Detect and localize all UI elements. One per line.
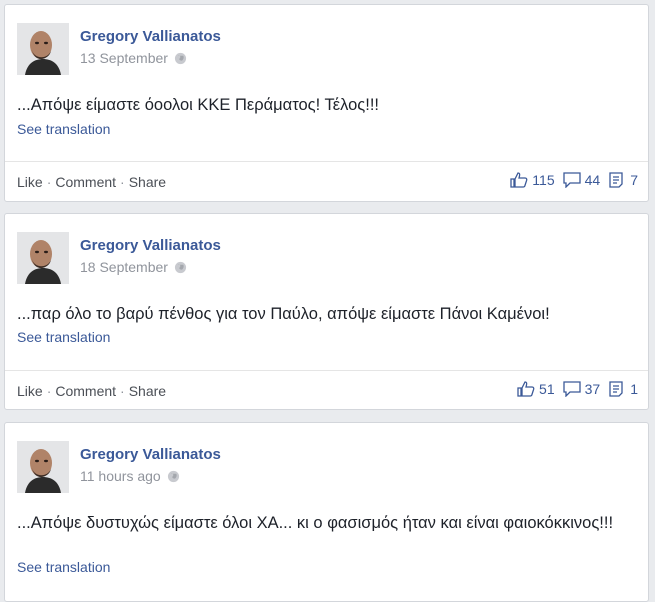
post-text: ...Απόψε δυστυχώς είμαστε όλοι ΧΑ... κι … <box>17 514 614 532</box>
avatar[interactable] <box>17 232 69 284</box>
share-icon <box>609 172 623 188</box>
globe-icon[interactable] <box>174 52 187 65</box>
profile-photo-icon <box>17 23 69 75</box>
comment-count-value: 37 <box>584 381 601 397</box>
share-link[interactable]: Share <box>129 174 166 190</box>
comment-count[interactable]: 44 <box>562 172 601 188</box>
share-count-value: 1 <box>630 381 638 397</box>
post-actions: Like · Comment · Share <box>17 174 166 190</box>
timestamp-text[interactable]: 13 September <box>80 50 168 66</box>
like-link[interactable]: Like <box>17 174 43 190</box>
timestamp-text[interactable]: 11 hours ago <box>80 468 161 484</box>
share-icon <box>609 381 623 397</box>
profile-photo-icon <box>17 232 69 284</box>
share-count-value: 7 <box>630 172 638 188</box>
author-name[interactable]: Gregory Vallianatos <box>80 446 221 463</box>
comment-link[interactable]: Comment <box>55 174 116 190</box>
engagement-counts: 115 44 7 <box>510 172 638 188</box>
action-separator: · <box>120 174 125 190</box>
avatar[interactable] <box>17 441 69 493</box>
see-translation-link[interactable]: See translation <box>17 329 110 345</box>
author-name[interactable]: Gregory Vallianatos <box>80 237 221 254</box>
avatar[interactable] <box>17 23 69 75</box>
profile-photo-icon <box>17 441 69 493</box>
action-separator: · <box>46 383 52 399</box>
post-footer: Like · Comment · Share 51 37 1 <box>5 370 648 411</box>
see-translation-link[interactable]: See translation <box>17 559 110 575</box>
post-timestamp: 18 September <box>80 259 187 275</box>
author-name[interactable]: Gregory Vallianatos <box>80 28 221 45</box>
timestamp-text[interactable]: 18 September <box>80 259 168 275</box>
comment-link[interactable]: Comment <box>55 383 116 399</box>
post-timestamp: 11 hours ago <box>80 468 180 484</box>
post-text: ...παρ όλο το βαρύ πένθος για τον Παύλο,… <box>17 305 550 323</box>
post-text: ...Απόψε είμαστε όοολοι ΚΚΕ Περάματος! Τ… <box>17 96 380 114</box>
comment-count[interactable]: 37 <box>562 381 601 397</box>
like-count[interactable]: 115 <box>510 172 555 188</box>
post-actions: Like · Comment · Share <box>17 383 166 399</box>
like-link[interactable]: Like <box>17 383 43 399</box>
post-card: Gregory Vallianatos 13 September ...Απόψ… <box>4 4 649 202</box>
like-count-value: 51 <box>539 381 555 397</box>
comment-count-value: 44 <box>584 172 601 188</box>
post-footer: Like · Comment · Share 115 44 7 <box>5 161 648 202</box>
see-translation-link[interactable]: See translation <box>17 121 110 137</box>
post-card: Gregory Vallianatos 11 hours ago ...Απόψ… <box>4 422 649 602</box>
thumbs-up-icon <box>510 172 528 188</box>
comment-bubble-icon <box>562 381 581 397</box>
action-separator: · <box>46 174 52 190</box>
post-card: Gregory Vallianatos 18 September ...παρ … <box>4 213 649 410</box>
share-link[interactable]: Share <box>129 383 166 399</box>
engagement-counts: 51 37 1 <box>517 381 638 397</box>
globe-icon[interactable] <box>174 261 187 274</box>
comment-bubble-icon <box>562 172 581 188</box>
post-timestamp: 13 September <box>80 50 187 66</box>
like-count[interactable]: 51 <box>517 381 555 397</box>
share-count[interactable]: 1 <box>608 381 638 397</box>
globe-icon[interactable] <box>167 470 180 483</box>
share-count[interactable]: 7 <box>608 172 638 188</box>
like-count-value: 115 <box>532 172 555 188</box>
action-separator: · <box>120 383 125 399</box>
thumbs-up-icon <box>517 381 535 397</box>
